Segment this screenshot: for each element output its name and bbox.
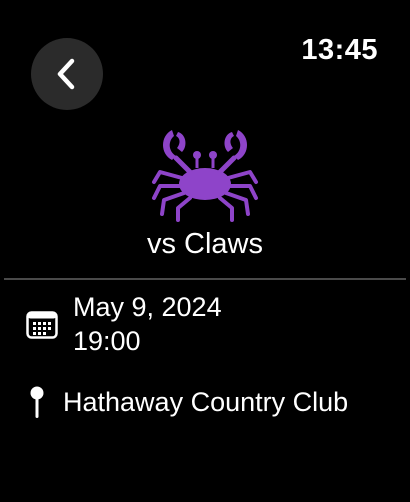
back-button[interactable] <box>31 38 103 110</box>
event-date: May 9, 2024 <box>73 292 222 322</box>
clock-time: 13:45 <box>301 34 378 66</box>
pin-icon <box>30 386 44 418</box>
event-location: Hathaway Country Club <box>63 387 349 417</box>
divider <box>4 278 406 280</box>
calendar-icon <box>26 311 58 339</box>
crab-icon <box>152 130 258 222</box>
event-datetime: May 9, 2024 19:00 <box>73 290 222 358</box>
event-time: 19:00 <box>73 326 141 356</box>
opponent-title: vs Claws <box>146 228 263 260</box>
chevron-left-icon <box>57 58 75 90</box>
